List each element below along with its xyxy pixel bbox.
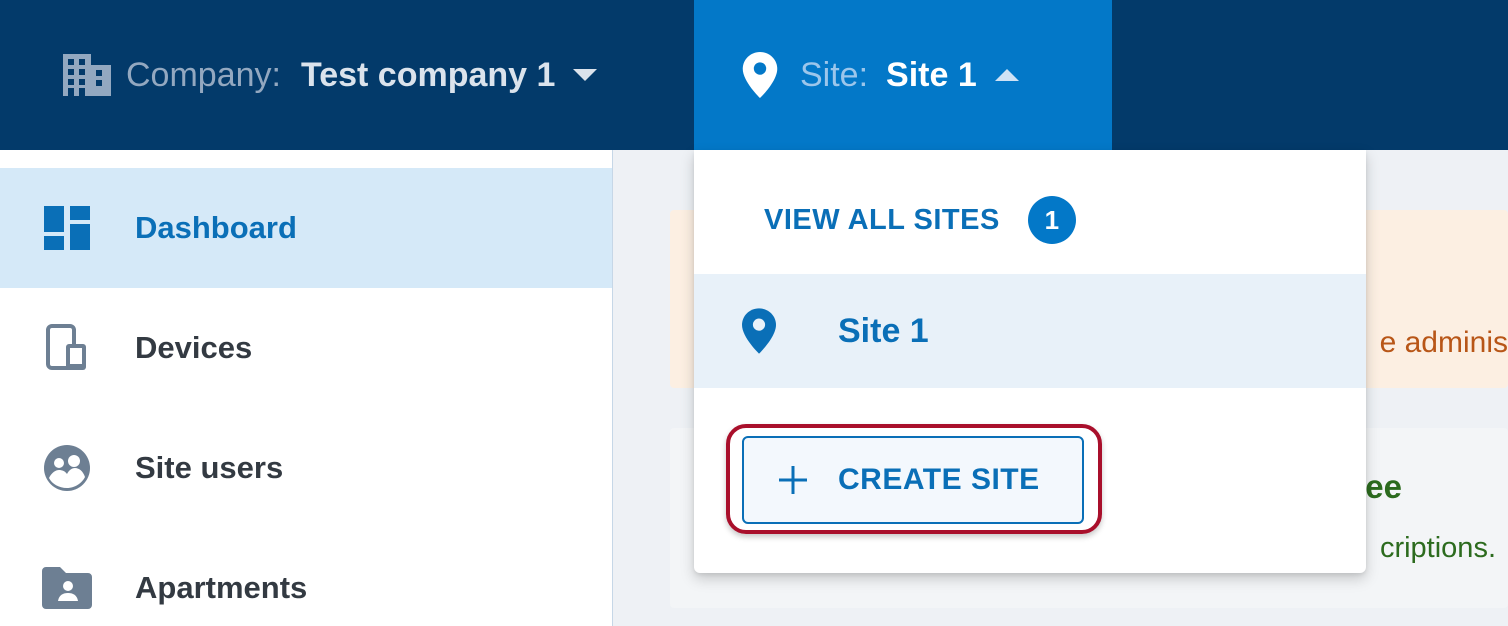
sidebar-item-dashboard[interactable]: Dashboard	[0, 168, 612, 288]
apartments-icon	[42, 563, 92, 613]
company-name: Test company 1	[300, 55, 556, 94]
site-label: Site:	[800, 55, 869, 94]
sidebar-item-label: Devices	[135, 330, 253, 365]
view-all-sites-label: VIEW ALL SITES	[764, 203, 1000, 236]
location-pin-icon	[742, 307, 778, 355]
view-all-sites-link[interactable]: VIEW ALL SITES 1	[764, 196, 1076, 244]
create-site-label: CREATE SITE	[838, 463, 1040, 496]
sidebar-item-apartments[interactable]: Apartments	[0, 528, 612, 626]
site-dropdown-menu: VIEW ALL SITES 1 Site 1 CREATE SITE	[694, 150, 1366, 573]
sidebar: Dashboard Devices Site users Apartments	[0, 150, 613, 626]
banner-text: e adminis	[1379, 326, 1508, 359]
top-bar: Company: Test company 1 Site: Site 1	[0, 0, 1508, 150]
sidebar-item-site-users[interactable]: Site users	[0, 408, 612, 528]
site-name: Site 1	[886, 55, 977, 94]
building-icon	[62, 52, 112, 98]
chevron-down-icon	[573, 69, 598, 81]
site-selector[interactable]: Site: Site 1	[694, 0, 1112, 150]
dashboard-icon	[42, 203, 92, 253]
plus-icon	[778, 465, 808, 495]
devices-icon	[42, 323, 92, 373]
sidebar-item-devices[interactable]: Devices	[0, 288, 612, 408]
card-text: criptions.	[1379, 532, 1496, 564]
site-list-item-name: Site 1	[838, 311, 929, 350]
card-title: ee	[1365, 468, 1402, 505]
site-list-item[interactable]: Site 1	[694, 274, 1366, 388]
sites-count-badge: 1	[1027, 196, 1076, 244]
sidebar-item-label: Apartments	[135, 570, 308, 605]
location-pin-icon	[742, 51, 782, 99]
users-icon	[42, 443, 92, 493]
create-site-button[interactable]: CREATE SITE	[742, 436, 1084, 524]
company-selector[interactable]: Company: Test company 1	[0, 0, 694, 150]
sidebar-item-label: Dashboard	[135, 210, 297, 245]
sidebar-item-label: Site users	[135, 450, 284, 485]
chevron-up-icon	[994, 69, 1019, 81]
company-label: Company:	[126, 55, 281, 94]
